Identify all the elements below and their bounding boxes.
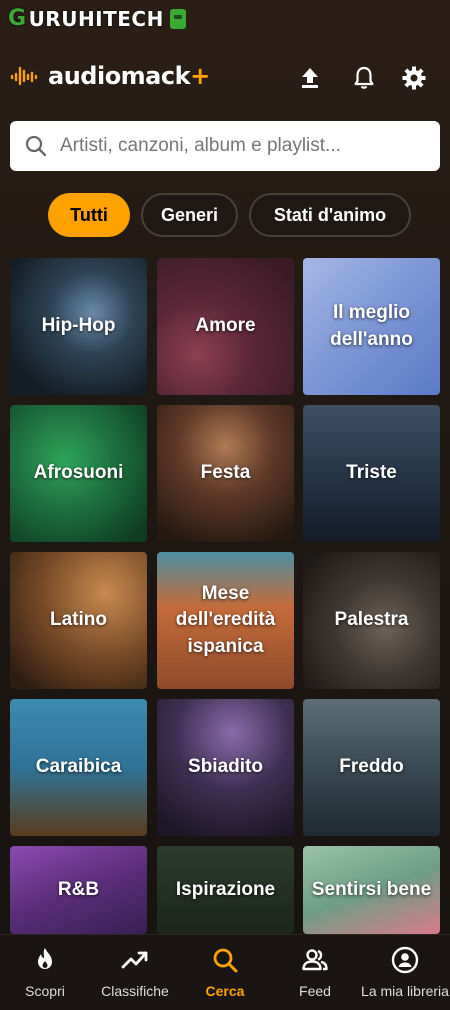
nav-item-cerca[interactable]: Cerca <box>180 945 270 1000</box>
category-label: Latino <box>50 609 107 631</box>
category-tile-latino[interactable]: Latino <box>10 552 147 689</box>
filter-chip-generi[interactable]: Generi <box>141 193 238 237</box>
top-bar: audiomack+ <box>0 52 450 104</box>
nav-item-la-mia-libreria[interactable]: La mia libreria <box>360 945 450 1000</box>
category-label: Afrosuoni <box>33 462 124 484</box>
category-label: Ispirazione <box>175 878 276 900</box>
nav-label: Feed <box>299 983 331 999</box>
nav-item-feed[interactable]: Feed <box>270 945 360 1000</box>
category-tile-amore[interactable]: Amore <box>157 258 294 395</box>
category-tile-hip-hop[interactable]: Hip-Hop <box>10 258 147 395</box>
search-input[interactable] <box>58 134 422 158</box>
filter-chip-tutti[interactable]: Tutti <box>48 193 130 237</box>
category-tile-mese-dell-eredita-ispanica[interactable]: Mese dell'eredità ispanica <box>157 552 294 689</box>
category-label: Il meglio dell'anno <box>330 301 413 350</box>
category-label: Mese dell'eredità ispanica <box>175 582 276 657</box>
filter-chips: Tutti Generi Stati d'animo <box>48 193 411 237</box>
category-label: Freddo <box>339 756 404 778</box>
nav-label: La mia libreria <box>361 983 449 999</box>
bell-icon[interactable] <box>350 64 378 92</box>
robot-icon <box>169 8 186 29</box>
category-tile-il-meglio-dell-anno[interactable]: Il meglio dell'anno <box>303 258 440 395</box>
nav-item-scopri[interactable]: Scopri <box>0 945 90 1000</box>
category-label: Caraibica <box>35 756 122 778</box>
category-tile-freddo[interactable]: Freddo <box>303 699 440 836</box>
flame-icon <box>38 948 52 969</box>
gear-icon[interactable] <box>400 64 428 92</box>
category-tile-festa[interactable]: Festa <box>157 405 294 542</box>
category-tile-palestra[interactable]: Palestra <box>303 552 440 689</box>
category-label: Festa <box>200 462 251 484</box>
category-tile-r-and-b[interactable]: R&B <box>10 846 147 934</box>
search-icon <box>25 135 47 157</box>
library-icon <box>391 946 419 974</box>
watermark: G URUHITECH <box>8 6 186 31</box>
search-icon <box>213 948 238 973</box>
trending-icon <box>121 951 148 969</box>
nav-label: Classifiche <box>101 983 169 999</box>
category-label: Sentirsi bene <box>311 878 432 900</box>
nav-item-classifiche[interactable]: Classifiche <box>90 945 180 1000</box>
category-tile-triste[interactable]: Triste <box>303 405 440 542</box>
category-label: Sbiadito <box>188 756 263 778</box>
soundwave-logo-icon <box>10 66 38 86</box>
app-logo[interactable]: audiomack+ <box>10 62 210 90</box>
category-tile-sbiadito[interactable]: Sbiadito <box>157 699 294 836</box>
bottom-navigation: Scopri Classifiche Cerca Feed La mia lib… <box>0 934 450 1010</box>
filter-chip-stati-d-animo[interactable]: Stati d'animo <box>249 193 411 237</box>
category-label: Hip-Hop <box>41 315 116 337</box>
category-tile-ispirazione[interactable]: Ispirazione <box>157 846 294 934</box>
nav-label: Cerca <box>205 983 245 999</box>
search-bar[interactable] <box>10 121 440 171</box>
category-tile-sentirsi-bene[interactable]: Sentirsi bene <box>303 846 440 934</box>
category-tile-caraibica[interactable]: Caraibica <box>10 699 147 836</box>
category-label: Palestra <box>334 609 409 631</box>
nav-label: Scopri <box>25 983 65 999</box>
watermark-initial: G <box>8 6 27 31</box>
people-icon <box>302 949 328 971</box>
app-name: audiomack+ <box>48 62 210 90</box>
category-label: Amore <box>195 315 256 337</box>
category-tile-afrosuoni[interactable]: Afrosuoni <box>10 405 147 542</box>
upload-icon[interactable] <box>296 64 324 92</box>
watermark-text: URUHITECH <box>28 6 164 31</box>
category-label: R&B <box>57 878 100 900</box>
category-label: Triste <box>346 462 397 484</box>
